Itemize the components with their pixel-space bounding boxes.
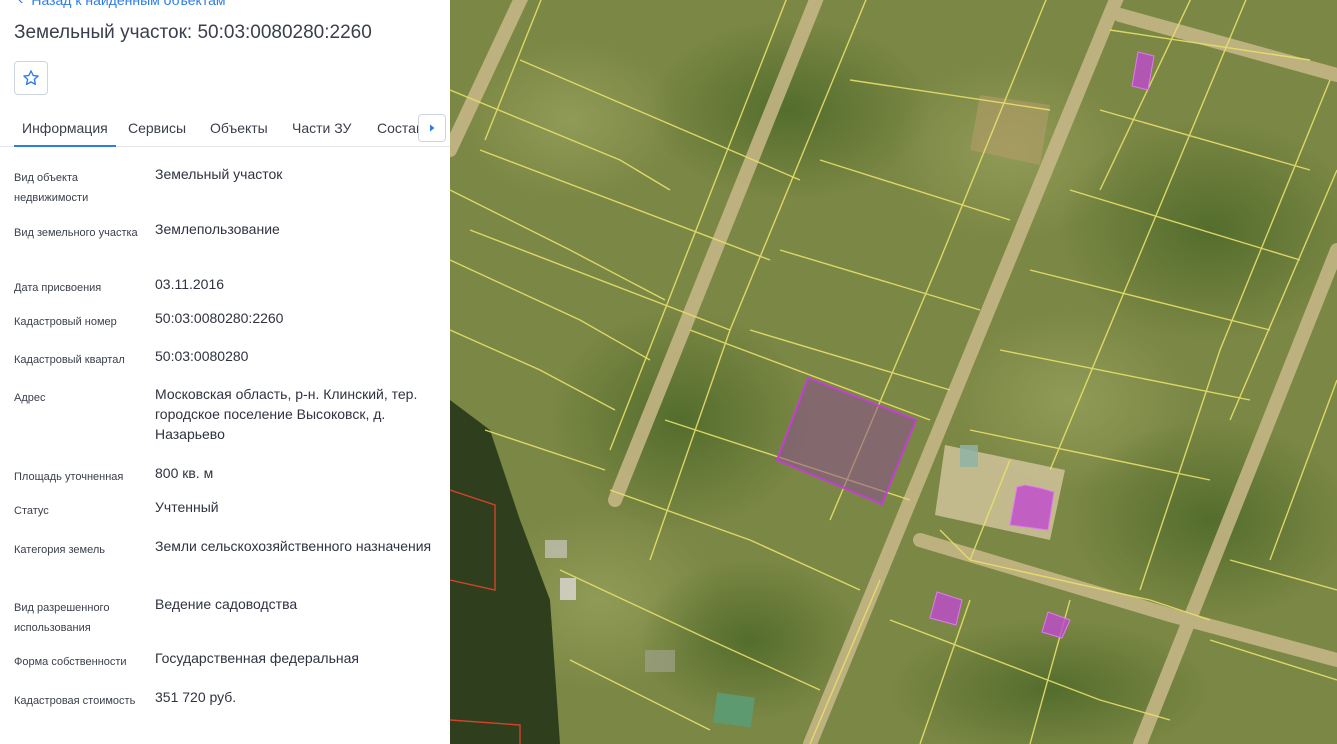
info-value: 50:03:0080280:2260 — [155, 310, 284, 326]
info-label: Категория земель — [14, 544, 105, 556]
back-to-results-link[interactable]: ‹ Назад к найденным объектам — [18, 0, 226, 9]
tab-information[interactable]: Информация — [14, 110, 116, 147]
info-label: Вид разрешенного использования — [14, 602, 110, 634]
info-value: 800 кв. м — [155, 465, 214, 481]
tabs-scroll-right-button[interactable] — [418, 114, 446, 142]
info-value: 50:03:0080280 — [155, 348, 249, 364]
info-value: Ведение садоводства — [155, 596, 298, 612]
info-label: Форма собственности — [14, 656, 127, 668]
info-label: Площадь уточненная — [14, 471, 124, 483]
info-label: Дата присвоения — [14, 282, 102, 294]
page-title: Земельный участок: 50:03:0080280:2260 — [14, 22, 372, 43]
star-icon — [23, 70, 39, 86]
info-value: Учтенный — [155, 499, 219, 515]
object-info-panel: ‹ Назад к найденным объектам Земельный у… — [0, 0, 450, 744]
info-label: Статус — [14, 505, 49, 517]
info-label: Адрес — [14, 392, 46, 404]
chevron-right-icon — [430, 124, 435, 132]
info-value: Государственная федеральная — [155, 650, 359, 666]
tab-parts[interactable]: Части ЗУ — [292, 110, 351, 146]
info-value: 351 720 руб. — [155, 689, 237, 705]
tab-objects[interactable]: Объекты — [210, 110, 268, 146]
info-label: Вид земельного участка — [14, 227, 138, 239]
info-value: Московская область, р-н. Клинский, тер. … — [155, 386, 418, 442]
info-value: Земли сельскохозяйственного назначения — [155, 538, 432, 554]
info-label: Вид объекта недвижимости — [14, 172, 89, 204]
tab-composition[interactable]: Состав — [377, 110, 423, 146]
info-value: 03.11.2016 — [155, 276, 225, 292]
tab-services[interactable]: Сервисы — [128, 110, 186, 146]
info-value: Земельный участок — [155, 166, 283, 182]
info-label: Кадастровый номер — [14, 316, 117, 328]
tab-bar: Информация Сервисы Объекты Части ЗУ Сост… — [0, 110, 450, 147]
arrow-left-icon: ‹ — [18, 0, 23, 9]
back-link-label: Назад к найденным объектам — [31, 0, 226, 8]
info-label: Кадастровая стоимость — [14, 695, 136, 707]
favorite-button[interactable] — [14, 61, 48, 95]
info-value: Землепользование — [155, 221, 280, 237]
info-label: Кадастровый квартал — [14, 354, 125, 366]
cadastral-map[interactable] — [450, 0, 1337, 744]
